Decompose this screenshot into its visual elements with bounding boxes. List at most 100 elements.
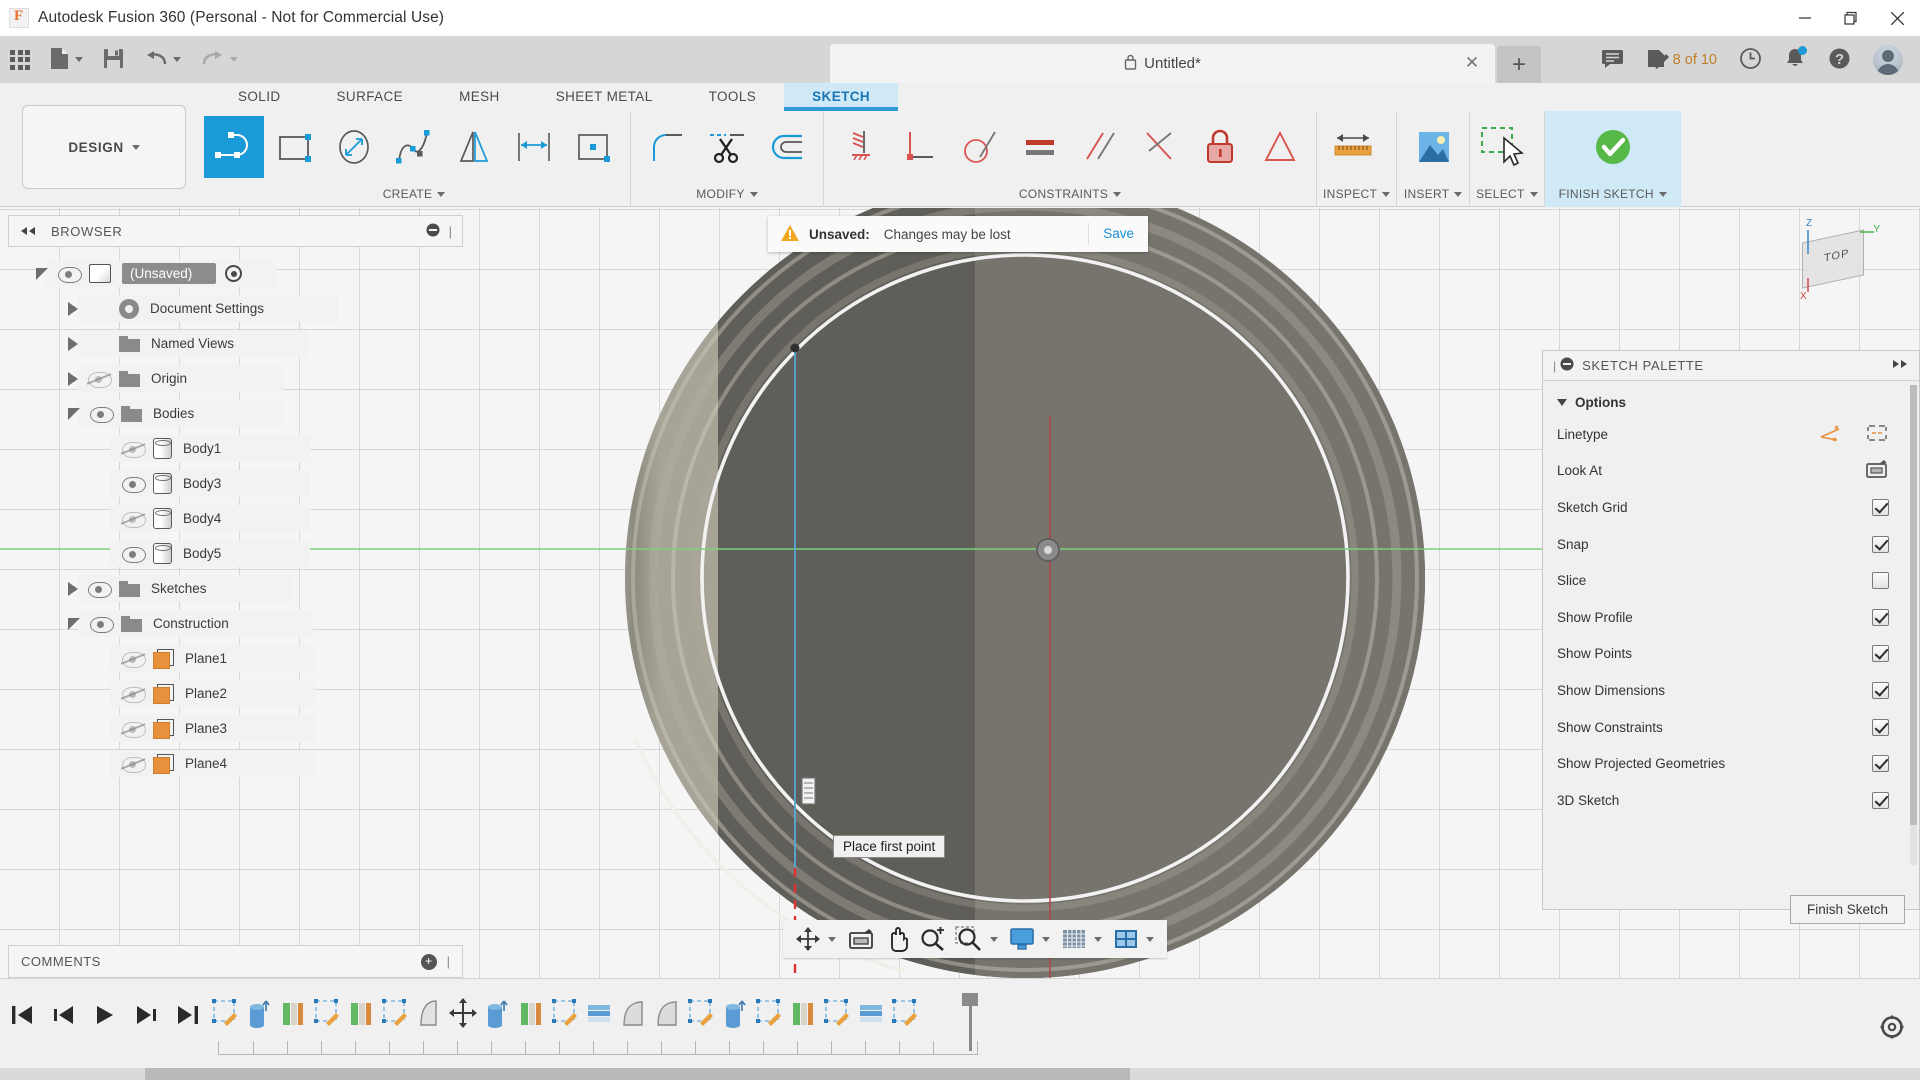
credits-button[interactable]: 8 of 10: [1635, 36, 1728, 83]
browser-node-plane4[interactable]: Plane4: [8, 746, 463, 781]
timeline-extrude-3[interactable]: [720, 997, 750, 1033]
palette-row-snap[interactable]: Snap: [1543, 526, 1919, 563]
chevron-down-icon[interactable]: [1042, 937, 1050, 942]
timeline-revolve-4[interactable]: [788, 997, 818, 1033]
new-tab-button[interactable]: +: [1497, 46, 1541, 83]
close-tab-button[interactable]: ✕: [1463, 54, 1481, 72]
panel-resize-handle[interactable]: |: [447, 954, 450, 969]
notifications-button[interactable]: [1773, 36, 1817, 83]
fit-button[interactable]: [951, 922, 987, 956]
go-to-end-button[interactable]: [176, 1004, 200, 1029]
step-forward-button[interactable]: [134, 1004, 158, 1029]
line-tool[interactable]: [204, 116, 264, 178]
ribbon-group-inspect-label[interactable]: INSPECT: [1323, 187, 1390, 207]
visibility-toggle-icon[interactable]: [122, 512, 144, 526]
timeline-revolve-2[interactable]: [346, 997, 376, 1033]
expand-right-icon[interactable]: [1891, 359, 1909, 372]
palette-row-look-at[interactable]: Look At: [1543, 453, 1919, 490]
insert-image-tool[interactable]: [1403, 116, 1463, 178]
rectangular-pattern-tool[interactable]: [564, 116, 624, 178]
ribbon-group-select-label[interactable]: SELECT: [1476, 187, 1537, 207]
fillet-tool[interactable]: [637, 116, 697, 178]
visibility-toggle-icon[interactable]: [122, 652, 144, 666]
undo-button[interactable]: [134, 36, 191, 83]
timeline-extrude-2[interactable]: [482, 997, 512, 1033]
display-settings-button[interactable]: [1005, 922, 1039, 956]
offset-tool[interactable]: [757, 116, 817, 178]
look-at-button[interactable]: [1865, 459, 1889, 482]
minimize-button[interactable]: [1782, 0, 1828, 36]
horizontal-scrollbar[interactable]: [0, 1068, 1920, 1080]
timeline-sketch-3[interactable]: [380, 997, 410, 1033]
palette-row-show-points[interactable]: Show Points: [1543, 636, 1919, 673]
visibility-toggle-icon[interactable]: [122, 687, 144, 701]
zoom-button[interactable]: [915, 922, 949, 956]
tab-solid[interactable]: SOLID: [210, 83, 309, 111]
redo-button[interactable]: [191, 36, 248, 83]
ribbon-group-constraints-label[interactable]: CONSTRAINTS: [830, 187, 1310, 207]
fix-unfix-constraint[interactable]: [830, 116, 890, 178]
browser-node-bodies[interactable]: Bodies: [8, 396, 463, 431]
palette-row-show-dimensions[interactable]: Show Dimensions: [1543, 672, 1919, 709]
comments-panel[interactable]: COMMENTS + |: [8, 945, 463, 978]
measure-tool[interactable]: [1323, 116, 1383, 178]
ribbon-group-modify-label[interactable]: MODIFY: [637, 187, 817, 207]
viewports-button[interactable]: [1109, 922, 1143, 956]
visibility-toggle-icon[interactable]: [58, 267, 80, 281]
visibility-toggle-icon[interactable]: [122, 477, 144, 491]
midpoint-constraint[interactable]: [1130, 116, 1190, 178]
account-button[interactable]: [1862, 36, 1914, 83]
timeline-sketch-4[interactable]: [550, 997, 580, 1033]
save-button[interactable]: [93, 36, 134, 83]
rectangle-tool[interactable]: [264, 116, 324, 178]
sketch-grid-checkbox[interactable]: [1872, 499, 1889, 516]
tree-twisty-expanded[interactable]: [68, 618, 80, 630]
app-grid-button[interactable]: [0, 36, 40, 83]
visibility-toggle-icon[interactable]: [88, 372, 110, 386]
timeline-revolve-1[interactable]: [278, 997, 308, 1033]
browser-node-body1[interactable]: Body1: [8, 431, 463, 466]
go-to-beginning-button[interactable]: [10, 1004, 34, 1029]
tab-mesh[interactable]: MESH: [431, 83, 528, 111]
help-button[interactable]: ?: [1817, 36, 1862, 83]
linetype-normal-button[interactable]: [1819, 423, 1843, 446]
comments-button[interactable]: [1590, 36, 1635, 83]
palette-row-3d-sketch[interactable]: 3D Sketch: [1543, 782, 1919, 819]
timeline-fillet-1[interactable]: [618, 997, 648, 1033]
equal-constraint[interactable]: [1010, 116, 1070, 178]
palette-row-show-constraints[interactable]: Show Constraints: [1543, 709, 1919, 746]
show-points-checkbox[interactable]: [1872, 645, 1889, 662]
visibility-toggle-icon[interactable]: [122, 547, 144, 561]
document-tab[interactable]: Untitled* ✕: [830, 44, 1495, 83]
timeline-sketch-7[interactable]: [822, 997, 852, 1033]
timeline-shell-2[interactable]: [856, 997, 886, 1033]
tree-twisty-collapsed[interactable]: [68, 302, 78, 316]
snap-checkbox[interactable]: [1872, 536, 1889, 553]
finish-sketch-tool[interactable]: [1583, 116, 1643, 178]
circle-tool[interactable]: [324, 116, 384, 178]
select-tool[interactable]: [1476, 116, 1536, 178]
browser-node-plane3[interactable]: Plane3: [8, 711, 463, 746]
timeline-settings-button[interactable]: [1880, 1015, 1904, 1042]
close-button[interactable]: [1874, 0, 1920, 36]
minus-circle-icon[interactable]: [1560, 357, 1574, 374]
tree-twisty-expanded[interactable]: [36, 268, 48, 280]
chevron-down-icon[interactable]: [828, 937, 836, 942]
timeline-sketch-6[interactable]: [754, 997, 784, 1033]
show-constraints-checkbox[interactable]: [1872, 719, 1889, 736]
ribbon-group-create-label[interactable]: CREATE: [204, 187, 624, 207]
timeline-sketch-8[interactable]: [890, 997, 920, 1033]
ribbon-group-insert-label[interactable]: INSERT: [1403, 187, 1463, 207]
show-projected-geometries-checkbox[interactable]: [1872, 755, 1889, 772]
view-cube[interactable]: TOP Z Y X: [1790, 220, 1882, 302]
browser-node-document-settings[interactable]: Document Settings: [8, 291, 463, 326]
timeline-end-marker[interactable]: [962, 993, 978, 1051]
tree-twisty-collapsed[interactable]: [68, 372, 78, 386]
tab-tools[interactable]: TOOLS: [681, 83, 785, 111]
tab-surface[interactable]: SURFACE: [309, 83, 432, 111]
visibility-toggle-icon[interactable]: [90, 617, 112, 631]
tree-twisty-collapsed[interactable]: [68, 582, 78, 596]
recent-button[interactable]: [1728, 36, 1773, 83]
orbit-button[interactable]: [791, 922, 825, 956]
timeline-extrude-1[interactable]: [244, 997, 274, 1033]
